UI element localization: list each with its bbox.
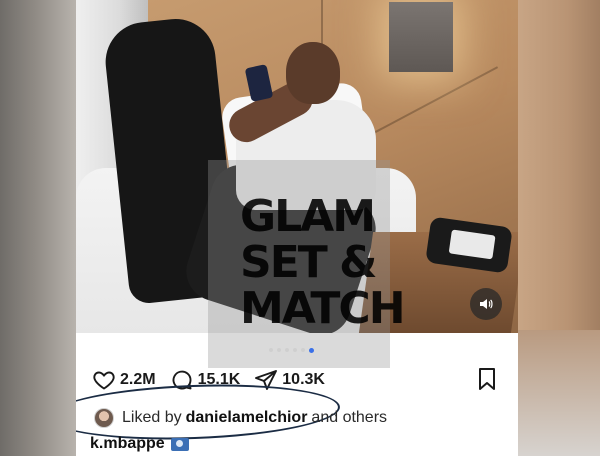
liked-by-row[interactable]: Liked by danielamelchior and others xyxy=(94,406,387,430)
camera-emoji-icon xyxy=(170,437,189,451)
carousel-indicator xyxy=(269,346,314,354)
wall-lamp xyxy=(389,2,453,72)
watermark-overlay: GLAM SET & MATCH xyxy=(208,160,406,368)
carousel-dot xyxy=(277,348,281,352)
carousel-dot xyxy=(269,348,273,352)
blurred-background-right-bottom xyxy=(518,330,600,456)
bookmark-icon xyxy=(479,368,495,390)
instagram-post: GLAM SET & MATCH 2.2M 15.1K 10.3K Liked … xyxy=(76,0,518,456)
avatar[interactable] xyxy=(94,408,114,428)
carousel-dot xyxy=(301,348,305,352)
heart-icon xyxy=(93,371,115,390)
speaker-icon xyxy=(480,299,493,309)
liked-by-user[interactable]: danielamelchior xyxy=(186,409,308,427)
carousel-dot xyxy=(309,347,314,353)
liked-by-suffix[interactable]: and others xyxy=(311,409,387,427)
save-button[interactable] xyxy=(476,367,498,391)
watermark-line-1: GLAM xyxy=(240,191,376,242)
caption-row: k.mbappe xyxy=(90,435,189,453)
shares-count: 10.3K xyxy=(282,371,325,388)
watermark-text: GLAM SET & MATCH xyxy=(208,191,406,334)
watermark-line-2: SET & xyxy=(240,237,377,288)
carousel-dot xyxy=(285,348,289,352)
liked-by-prefix: Liked by xyxy=(122,409,182,426)
likes-count: 2.2M xyxy=(120,371,156,388)
blurred-background-left xyxy=(0,0,76,456)
watermark-line-3: MATCH xyxy=(240,283,406,334)
sound-toggle-button[interactable] xyxy=(470,288,502,320)
telephone-keypad xyxy=(448,229,496,260)
head xyxy=(286,42,340,104)
carousel-dot xyxy=(293,348,297,352)
caption-username[interactable]: k.mbappe xyxy=(90,435,165,453)
